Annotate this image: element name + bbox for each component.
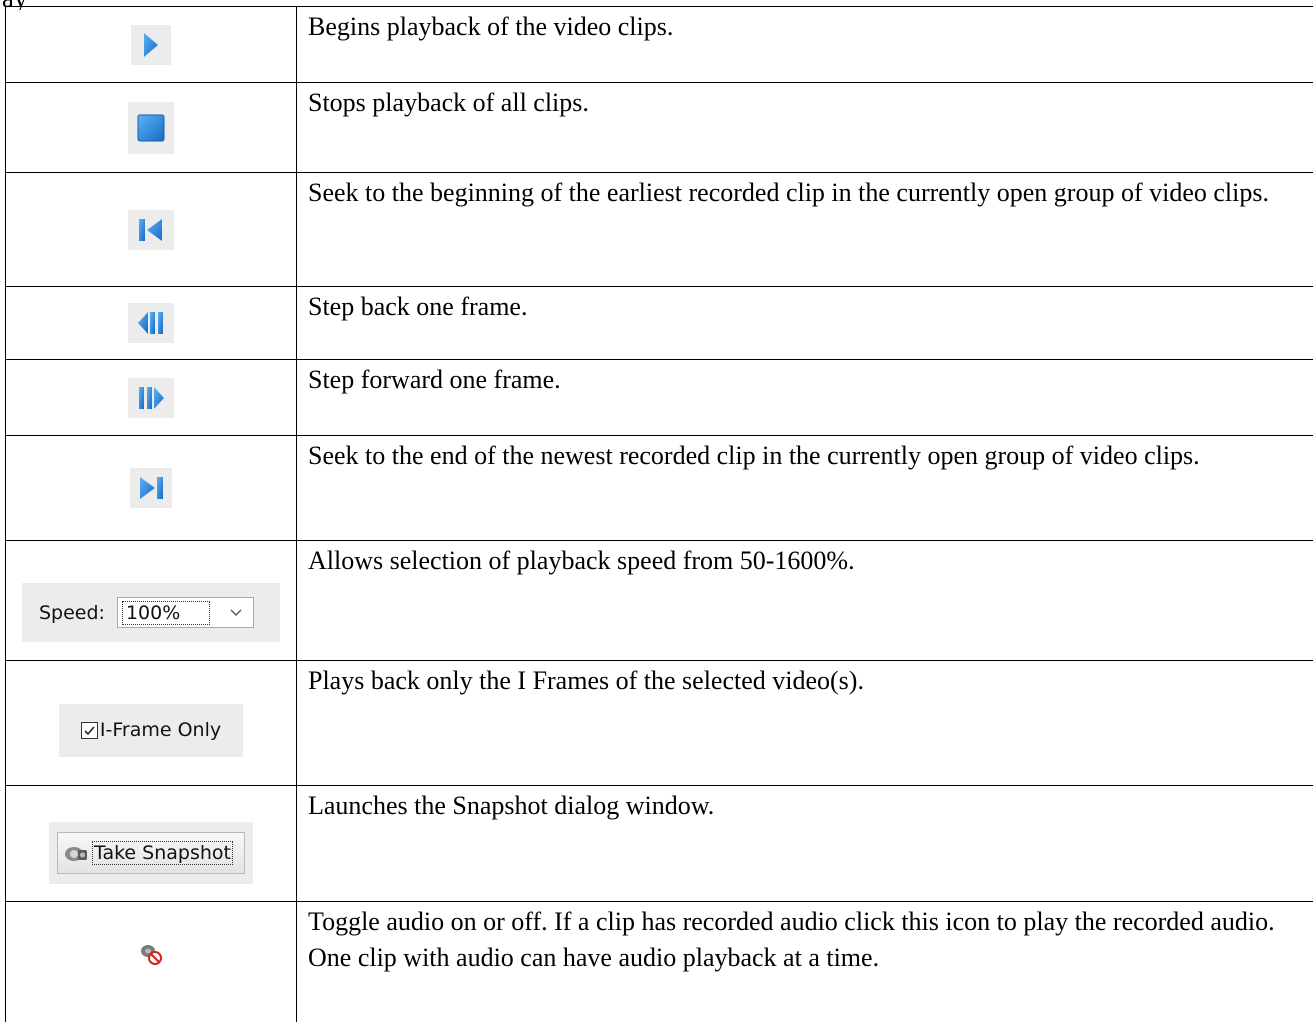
- speed-control: Speed: 100%: [22, 583, 280, 642]
- description-cell: Seek to the beginning of the earliest re…: [297, 173, 1313, 287]
- description-cell: Begins playback of the video clips.: [297, 7, 1313, 83]
- seek-to-start-icon: [138, 218, 164, 242]
- stop-button[interactable]: [128, 102, 174, 154]
- speed-value: 100%: [122, 601, 210, 625]
- icon-cell: I-Frame Only: [6, 661, 297, 786]
- speed-dropdown[interactable]: 100%: [117, 597, 254, 628]
- icon-cell: [6, 173, 297, 287]
- speed-label: Speed:: [39, 602, 105, 624]
- stop-icon: [137, 114, 165, 142]
- take-snapshot-label: Take Snapshot: [92, 841, 233, 865]
- icon-cell: Take Snapshot: [6, 786, 297, 902]
- description-cell: Allows selection of playback speed from …: [297, 541, 1313, 661]
- step-forward-icon: [137, 386, 165, 410]
- iframe-only-label: I-Frame Only: [100, 719, 221, 741]
- seek-to-end-icon: [138, 476, 164, 500]
- table-row: Seek to the end of the newest recorded c…: [6, 436, 1313, 541]
- icon-cell: [6, 902, 297, 1022]
- icon-cell: [6, 83, 297, 173]
- play-button[interactable]: [131, 25, 171, 65]
- snapshot-control: Take Snapshot: [49, 822, 253, 884]
- playback-controls-table: Begins playback of the video clips. Stop…: [5, 6, 1313, 1022]
- description-cell: Step forward one frame.: [297, 360, 1313, 436]
- step-back-icon: [137, 311, 165, 335]
- table-row: Begins playback of the video clips.: [6, 7, 1313, 83]
- description-cell: Seek to the end of the newest recorded c…: [297, 436, 1313, 541]
- table-row: Speed: 100% Allows selection of playback…: [6, 541, 1313, 661]
- description-cell: Toggle audio on or off. If a clip has re…: [297, 902, 1313, 1022]
- icon-cell: [6, 436, 297, 541]
- icon-cell: [6, 360, 297, 436]
- icon-cell: Speed: 100%: [6, 541, 297, 661]
- camera-icon: [64, 844, 88, 862]
- table-row: Take Snapshot Launches the Snapshot dial…: [6, 786, 1313, 902]
- take-snapshot-button[interactable]: Take Snapshot: [57, 832, 245, 874]
- seek-to-end-button[interactable]: [130, 468, 172, 508]
- table-row: Step forward one frame.: [6, 360, 1313, 436]
- seek-to-start-button[interactable]: [128, 210, 174, 250]
- description-cell: Stops playback of all clips.: [297, 83, 1313, 173]
- table-row: Toggle audio on or off. If a clip has re…: [6, 902, 1313, 1022]
- table-row: Step back one frame.: [6, 287, 1313, 360]
- chevron-down-icon: [229, 604, 243, 622]
- description-cell: Launches the Snapshot dialog window.: [297, 786, 1313, 902]
- checkmark-icon: [83, 724, 96, 737]
- table-row: I-Frame Only Plays back only the I Frame…: [6, 661, 1313, 786]
- play-icon: [142, 32, 160, 58]
- audio-muted-icon: [140, 943, 162, 965]
- table-row: Seek to the beginning of the earliest re…: [6, 173, 1313, 287]
- audio-toggle-button[interactable]: [136, 939, 166, 969]
- step-forward-button[interactable]: [128, 378, 174, 418]
- icon-cell: [6, 287, 297, 360]
- step-back-button[interactable]: [128, 303, 174, 343]
- iframe-only-checkbox[interactable]: [81, 722, 98, 739]
- table-row: Stops playback of all clips.: [6, 83, 1313, 173]
- description-cell: Plays back only the I Frames of the sele…: [297, 661, 1313, 786]
- icon-cell: [6, 7, 297, 83]
- iframe-only-control: I-Frame Only: [59, 704, 243, 757]
- description-cell: Step back one frame.: [297, 287, 1313, 360]
